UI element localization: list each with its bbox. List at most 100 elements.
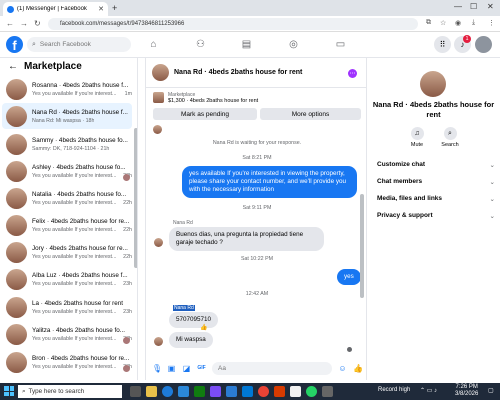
seen-avatar xyxy=(123,337,130,344)
new-tab-icon[interactable]: + xyxy=(112,3,117,13)
conversation-item[interactable]: Natalia · 4beds 2baths house fo... Yes y… xyxy=(2,185,132,211)
back-icon[interactable]: ← xyxy=(6,19,14,28)
like-icon[interactable]: 👍 xyxy=(353,364,363,373)
close-window-icon[interactable]: ✕ xyxy=(487,2,494,11)
gaming-icon[interactable]: ▭ xyxy=(334,39,347,50)
close-tab-icon[interactable]: ✕ xyxy=(98,5,104,13)
chat-members-row[interactable]: Chat members ⌄ xyxy=(377,178,495,186)
facebook-search[interactable]: ⌕ xyxy=(27,37,131,52)
excel-icon[interactable] xyxy=(194,386,205,397)
facebook-top-nav: f ⌕ ⌂ ⚇ ▤ ◎ ▭ ⠿ ♪ 1 xyxy=(0,32,500,58)
record-high-text[interactable]: Record high xyxy=(378,387,410,393)
conversation-preview: Yes you available If you're interest... xyxy=(32,308,117,315)
conversation-item[interactable]: Felix · 4beds 2baths house for re... Yes… xyxy=(2,212,132,238)
conversation-item[interactable]: Rosanna · 4beds 2baths house f... Yes yo… xyxy=(2,76,132,102)
conversation-item[interactable]: Sammy · 4beds 2baths house fo... Sammy: … xyxy=(2,131,132,157)
cast-icon[interactable]: ⧉ xyxy=(426,19,431,27)
seen-avatar xyxy=(123,365,130,372)
chat-avatar[interactable] xyxy=(152,64,169,81)
mark-as-pending-button[interactable]: Mark as pending xyxy=(153,108,257,120)
media-files-links-row[interactable]: Media, files and links ⌄ xyxy=(377,195,495,203)
downloads-icon[interactable]: ⤓ xyxy=(472,19,475,27)
bookmark-star-icon[interactable]: ☆ xyxy=(440,19,446,27)
listing-banner[interactable]: Marketplace $1,300 · 4beds 2baths house … xyxy=(146,89,368,106)
profile-avatar[interactable] xyxy=(475,36,492,53)
home-icon[interactable]: ⌂ xyxy=(147,39,160,50)
message-composer: 🎙 ▣ ◪ GIF ☺ 👍 xyxy=(146,359,368,377)
outgoing-message[interactable]: yes xyxy=(337,269,361,285)
conversation-item[interactable]: Yalitza · 4beds 2baths house fo... Yes y… xyxy=(2,321,132,347)
mail-icon[interactable] xyxy=(178,386,189,397)
customize-chat-row[interactable]: Customize chat ⌄ xyxy=(377,161,495,169)
minimize-icon[interactable]: — xyxy=(454,2,462,11)
menu-grid-icon[interactable]: ⠿ xyxy=(434,36,451,53)
outgoing-message[interactable]: yes available If you're interested in vi… xyxy=(182,166,357,198)
listing-thumbnail xyxy=(6,296,27,318)
mute-button[interactable]: ♫ Mute xyxy=(402,127,432,148)
task-view-icon[interactable] xyxy=(130,386,141,397)
chevron-down-icon: ⌄ xyxy=(489,196,495,203)
listing-photo[interactable] xyxy=(420,71,446,97)
taskbar-search[interactable]: ⌕ Type here to search xyxy=(18,385,122,398)
browser-menu-icon[interactable]: ⋮ xyxy=(488,19,495,27)
incoming-message[interactable]: Buenos dias, una pregunta la propiedad t… xyxy=(169,227,324,251)
conversation-item[interactable]: Jory · 4beds 2baths house for re... Yes … xyxy=(2,239,132,265)
facebook-logo-icon[interactable]: f xyxy=(6,36,23,53)
incoming-message[interactable]: Mi waspsa xyxy=(169,332,213,348)
conversation-item[interactable]: Alba Luz · 4beds 2baths house f... Yes y… xyxy=(2,266,132,292)
conversation-item[interactable]: Bron · 4beds 2baths house for re... Yes … xyxy=(2,349,132,375)
conversation-info-icon[interactable]: ⋯ xyxy=(348,69,357,78)
emoji-icon[interactable]: ☺ xyxy=(338,364,347,373)
powerpoint-icon[interactable] xyxy=(274,386,285,397)
reload-icon[interactable]: ↻ xyxy=(34,19,41,28)
conversation-name: Yalitza · 4beds 2baths house fo... xyxy=(32,326,125,334)
search-conversation-button[interactable]: ⌕ Search xyxy=(435,127,465,148)
conversation-preview: Sammy: DK, 718-924-1104 · 21h xyxy=(32,145,110,152)
listing-thumbnail xyxy=(6,160,27,182)
clock[interactable]: 7:26 PM 3/8/2026 xyxy=(455,384,478,398)
windows-start-icon[interactable] xyxy=(4,386,14,396)
privacy-support-row[interactable]: Privacy & support ⌄ xyxy=(377,212,495,220)
chat-scrollbar[interactable] xyxy=(360,194,364,298)
maximize-icon[interactable]: ☐ xyxy=(470,2,477,11)
url-field[interactable]: facebook.com/messages/t/9473846811253966 xyxy=(48,18,418,30)
chat-header: Nana Rd · 4beds 2baths house for rent xyxy=(146,58,368,88)
conversation-item-active[interactable]: Nana Rd · 4beds 2baths house f... Nana R… xyxy=(2,103,132,129)
chat-title[interactable]: Nana Rd · 4beds 2baths house for rent xyxy=(174,69,302,76)
sender-avatar xyxy=(153,125,162,134)
browser-tab-bar: (1) Messenger | Facebook ✕ + — ☐ ✕ xyxy=(0,0,500,16)
file-explorer-icon[interactable] xyxy=(146,386,157,397)
sticker-icon[interactable]: ◪ xyxy=(182,364,191,373)
friends-icon[interactable]: ⚇ xyxy=(194,39,207,50)
forward-icon[interactable]: → xyxy=(20,19,28,28)
back-arrow-icon[interactable]: ← xyxy=(8,61,18,72)
app-icon[interactable] xyxy=(210,386,221,397)
edge-icon[interactable] xyxy=(162,386,173,397)
microphone-icon[interactable]: 🎙 xyxy=(152,364,162,373)
app-icon[interactable] xyxy=(290,386,301,397)
system-tray-icons[interactable]: ⌃ ▭ ♪ xyxy=(420,387,437,394)
message-input[interactable] xyxy=(212,361,332,375)
incoming-message[interactable]: 5707095710 xyxy=(169,312,219,328)
whatsapp-icon[interactable] xyxy=(306,386,317,397)
groups-icon[interactable]: ◎ xyxy=(287,39,300,50)
conversation-time: 23h xyxy=(123,280,132,287)
profile-icon[interactable]: ◉ xyxy=(455,19,461,27)
store-icon[interactable] xyxy=(242,386,253,397)
chrome-icon[interactable] xyxy=(258,386,269,397)
browser-tab[interactable]: (1) Messenger | Facebook ✕ xyxy=(3,2,108,16)
notification-center-icon[interactable]: ▢ xyxy=(488,387,494,394)
marketplace-icon[interactable]: ▤ xyxy=(240,39,253,50)
conversation-preview: Yes you available If you're interest... xyxy=(32,280,117,287)
more-options-button[interactable]: More options xyxy=(260,108,361,120)
taskbar-search-placeholder: Type here to search xyxy=(28,388,85,395)
conversation-item[interactable]: Ashley · 4beds 2baths house fo... Yes yo… xyxy=(2,158,132,184)
conversation-list-scrollbar[interactable] xyxy=(134,128,137,268)
word-icon[interactable] xyxy=(226,386,237,397)
listing-thumbnail xyxy=(6,78,27,100)
facebook-search-input[interactable] xyxy=(39,41,124,48)
photo-icon[interactable]: ▣ xyxy=(167,364,176,373)
conversation-item[interactable]: La · 4beds 2baths house for rent Yes you… xyxy=(2,294,132,320)
gif-icon[interactable]: GIF xyxy=(197,365,206,371)
app-icon[interactable] xyxy=(322,386,333,397)
